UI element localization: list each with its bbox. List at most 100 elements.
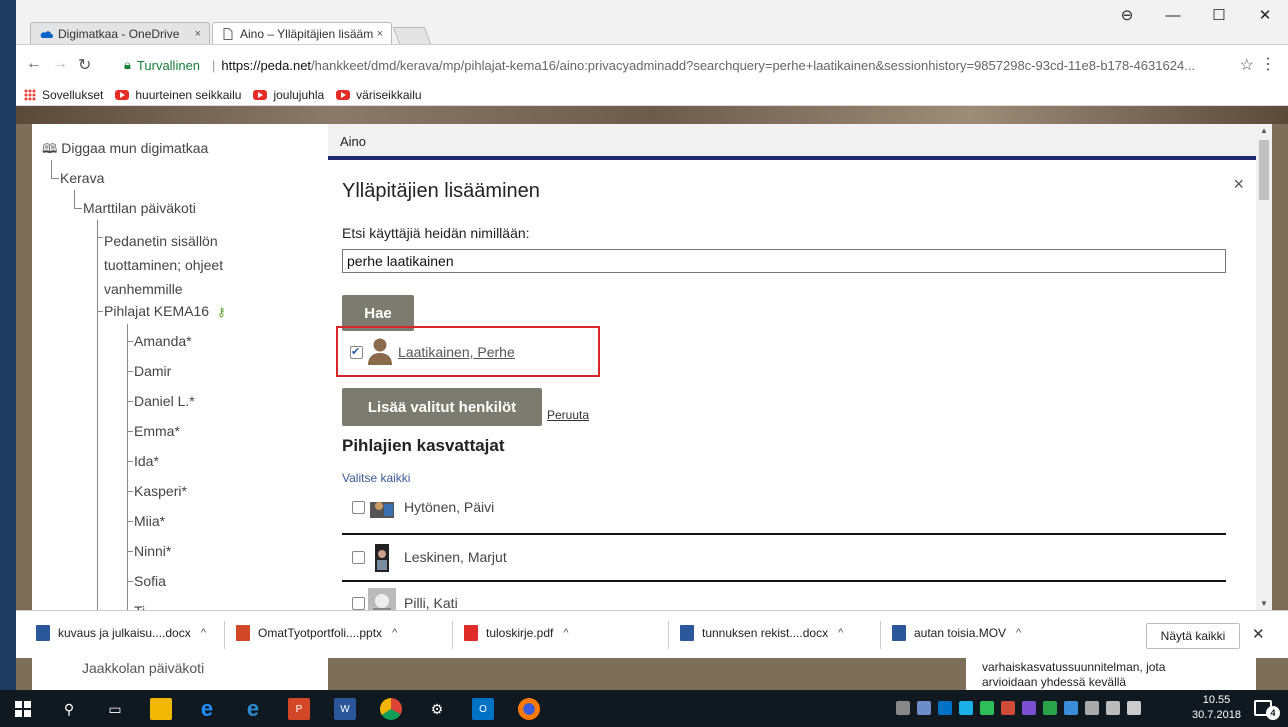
outlook-tray-icon[interactable]: [938, 701, 952, 715]
download-filename: tuloskirje.pdf: [486, 626, 554, 640]
show-all-button[interactable]: Näytä kaikki: [1146, 623, 1240, 649]
chevron-up-icon[interactable]: ^: [838, 627, 843, 639]
download-item[interactable]: kuvaus ja julkaisu....docx ^: [36, 625, 216, 641]
clock[interactable]: 10.55 30.7.2018: [1192, 693, 1241, 723]
file-explorer-icon[interactable]: [150, 698, 172, 720]
sidebar-child-item[interactable]: Kasperi*: [134, 483, 187, 499]
search-input[interactable]: [342, 249, 1226, 273]
youtube-icon: [253, 89, 268, 100]
tray-icon[interactable]: [917, 701, 931, 715]
bookmark-variseikkailu[interactable]: väriseikkailu: [336, 88, 422, 102]
close-icon[interactable]: ✕: [1252, 625, 1265, 643]
sidebar-child-item[interactable]: Amanda*: [134, 333, 192, 349]
firefox-icon[interactable]: [518, 698, 540, 720]
download-item[interactable]: autan toisia.MOV ^: [892, 625, 1082, 641]
chevron-up-icon[interactable]: ^: [392, 627, 397, 639]
member-name: Leskinen, Marjut: [404, 549, 507, 565]
ie-icon[interactable]: e: [196, 696, 218, 721]
sidebar-item-kerava[interactable]: Kerava: [60, 170, 104, 186]
volume-icon[interactable]: [1106, 701, 1120, 715]
url-path: /hankkeet/dmd/kerava/mp/pihlajat-kema16/…: [311, 57, 1196, 73]
result-name-link[interactable]: Laatikainen, Perhe: [398, 344, 515, 360]
settings-gear-icon[interactable]: ⚙: [426, 698, 448, 720]
minimize-button[interactable]: —: [1150, 0, 1196, 30]
download-item[interactable]: OmatTyotportfoli....pptx ^: [236, 625, 436, 641]
tab-aino[interactable]: Aino – Ylläpitäjien lisääm ×: [212, 22, 392, 44]
network-icon[interactable]: [1127, 701, 1141, 715]
sidebar-child-item[interactable]: Ti...: [134, 603, 157, 610]
member-checkbox[interactable]: [352, 597, 365, 610]
add-selected-button[interactable]: Lisää valitut henkilöt: [342, 388, 542, 426]
sidebar-child-item[interactable]: Sofia: [134, 573, 166, 589]
tray-icon[interactable]: [896, 701, 910, 715]
bookmarks-bar: Sovellukset huurteinen seikkailu jouluju…: [16, 84, 1288, 106]
outlook-icon[interactable]: O: [472, 698, 494, 720]
tab-close-icon[interactable]: ×: [377, 28, 383, 40]
skype-icon[interactable]: [959, 701, 973, 715]
scroll-down-icon[interactable]: ▼: [1256, 599, 1272, 608]
divider: [452, 621, 453, 649]
tray-icon[interactable]: [980, 701, 994, 715]
tree-connector: [127, 371, 133, 372]
tray-icon[interactable]: [1022, 701, 1036, 715]
sidebar-child-item[interactable]: Ninni*: [134, 543, 171, 559]
download-filename: kuvaus ja julkaisu....docx: [58, 626, 191, 640]
edge-icon[interactable]: e: [242, 696, 264, 721]
chrome-icon[interactable]: [380, 698, 402, 720]
member-checkbox[interactable]: [352, 551, 365, 564]
sidebar-item-jaakkola[interactable]: Jaakkolan päiväkoti: [32, 658, 328, 690]
vertical-scrollbar[interactable]: ▲ ▼: [1256, 124, 1272, 610]
windows-start-icon[interactable]: [12, 698, 34, 720]
select-all-link[interactable]: Valitse kaikki: [342, 471, 410, 485]
maximize-button[interactable]: ☐: [1196, 0, 1242, 30]
bookmark-apps[interactable]: Sovellukset: [24, 88, 103, 102]
sidebar-item-marttila[interactable]: Marttilan päiväkoti: [83, 200, 196, 216]
cancel-link[interactable]: Peruuta: [547, 408, 589, 422]
avatar: [368, 492, 396, 524]
bookmark-huurteinen[interactable]: huurteinen seikkailu: [115, 88, 241, 102]
close-icon[interactable]: ×: [1233, 174, 1244, 195]
sidebar-child-item[interactable]: Daniel L.*: [134, 393, 195, 409]
reload-icon[interactable]: ↻: [78, 55, 91, 75]
user-profile-icon[interactable]: ⊖: [1104, 0, 1150, 30]
address-bar-row: ← → ↻ 🔒︎ Turvallinen | https://peda.net …: [16, 44, 1288, 84]
tray-icon[interactable]: [1001, 701, 1015, 715]
tab-close-icon[interactable]: ×: [195, 28, 201, 40]
sidebar-child-item[interactable]: Ida*: [134, 453, 159, 469]
task-view-icon[interactable]: ▭: [104, 698, 126, 720]
download-item[interactable]: tuloskirje.pdf ^: [464, 625, 654, 641]
close-window-button[interactable]: ✕: [1242, 0, 1288, 30]
sidebar-child-item[interactable]: Miia*: [134, 513, 165, 529]
powerpoint-icon[interactable]: P: [288, 698, 310, 720]
chevron-up-icon[interactable]: ^: [201, 627, 206, 639]
download-item[interactable]: tunnuksen rekist....docx ^: [680, 625, 860, 641]
sidebar-child-item[interactable]: Emma*: [134, 423, 180, 439]
scrollbar-thumb[interactable]: [1259, 140, 1269, 200]
video-file-icon: [892, 625, 906, 641]
chevron-up-icon[interactable]: ^: [1016, 627, 1021, 639]
sidebar-root-item[interactable]: 🕮︎ Diggaa mun digimatkaa: [42, 140, 208, 162]
sidebar-item-pihlajat[interactable]: Pihlajat KEMA16 ⚷: [104, 303, 226, 319]
battery-icon[interactable]: [1085, 701, 1099, 715]
member-checkbox[interactable]: [352, 501, 365, 514]
new-tab-button[interactable]: [392, 27, 432, 44]
word-icon[interactable]: W: [334, 698, 356, 720]
scroll-up-icon[interactable]: ▲: [1256, 126, 1272, 135]
forward-arrow-icon[interactable]: →: [52, 55, 68, 73]
bookmark-star-icon[interactable]: ☆: [1240, 55, 1254, 75]
url-field[interactable]: 🔒︎ Turvallinen | https://peda.net /hankk…: [124, 51, 1244, 79]
tab-onedrive[interactable]: Digimatkaa - OneDrive ×: [30, 22, 210, 44]
page-icon: [221, 27, 235, 41]
chevron-up-icon[interactable]: ^: [563, 627, 568, 639]
sidebar-child-item[interactable]: Damir: [134, 363, 171, 379]
url-host: https://peda.net: [221, 57, 312, 73]
result-checkbox[interactable]: [350, 345, 363, 359]
search-icon[interactable]: ⚲: [58, 698, 80, 720]
sidebar-item-pedanet-ohjeet[interactable]: Pedanetin sisällön tuottaminen; ohjeet v…: [104, 229, 223, 301]
tray-icon[interactable]: [1043, 701, 1057, 715]
bookmark-label: huurteinen seikkailu: [135, 87, 242, 102]
menu-kebab-icon[interactable]: ⋮: [1260, 54, 1276, 74]
tray-icon[interactable]: [1064, 701, 1078, 715]
bookmark-joulujuhla[interactable]: joulujuhla: [253, 88, 324, 102]
back-arrow-icon[interactable]: ←: [26, 55, 42, 73]
